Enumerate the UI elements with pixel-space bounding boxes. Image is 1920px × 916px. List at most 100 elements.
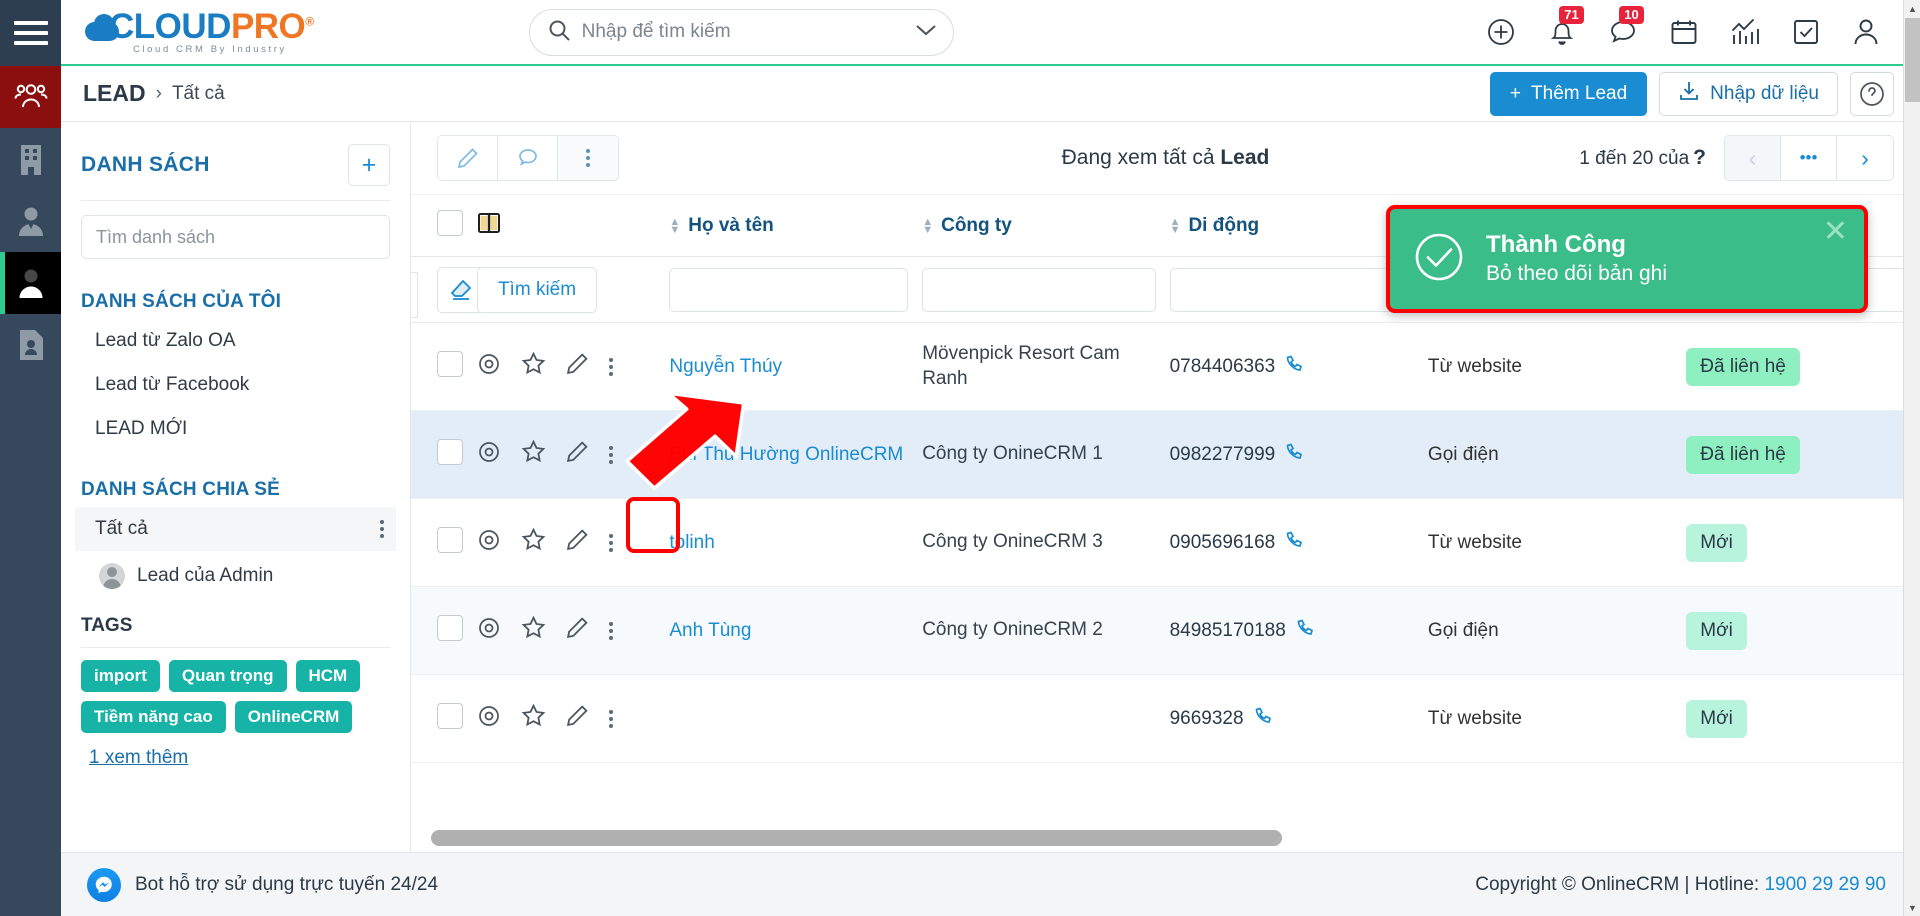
tag-quan-trong[interactable]: Quan trọng — [168, 660, 287, 692]
user-icon[interactable] — [1852, 17, 1880, 47]
analytics-icon[interactable] — [1730, 17, 1760, 47]
rail-item-contacts[interactable] — [0, 66, 61, 128]
help-button[interactable]: ? — [1850, 71, 1894, 116]
edit-pencil-icon[interactable] — [566, 440, 589, 469]
list-item-zalo[interactable]: Lead từ Zalo OA — [81, 319, 390, 363]
table-horizontal-scrollbar[interactable] — [431, 830, 1720, 846]
table-row[interactable]: Nguyễn Thúy Mövenpick Resort Cam Ranh 07… — [411, 322, 1920, 411]
star-follow-icon[interactable] — [521, 527, 546, 558]
list-item-facebook[interactable]: Lead từ Facebook — [81, 363, 390, 407]
table-row[interactable]: tolinh Công ty OnineCRM 3 0905696168 Từ … — [411, 498, 1920, 587]
rail-item-company[interactable] — [0, 128, 61, 190]
row-checkbox[interactable] — [437, 702, 463, 729]
tag-tiem-nang-cao[interactable]: Tiềm năng cao — [81, 701, 226, 733]
phone-call-icon[interactable] — [1285, 354, 1305, 380]
more-vertical-icon[interactable] — [608, 357, 613, 376]
phone-call-icon[interactable] — [1296, 618, 1316, 644]
star-follow-icon[interactable] — [521, 439, 546, 470]
view-eye-icon[interactable] — [477, 352, 501, 382]
support-chat-launcher[interactable]: Bot hỗ trợ sử dụng trực tuyến 24/24 — [87, 867, 438, 902]
edit-pencil-icon[interactable] — [566, 704, 589, 733]
task-check-icon[interactable] — [1792, 18, 1820, 46]
tag-hcm[interactable]: HCM — [295, 660, 361, 692]
hotline-link[interactable]: 1900 29 29 90 — [1764, 874, 1886, 895]
comment-icon[interactable] — [498, 136, 558, 180]
breadcrumb-module[interactable]: LEAD — [83, 80, 146, 107]
view-eye-icon[interactable] — [477, 616, 501, 646]
pagination-dots-button[interactable]: ••• — [1781, 136, 1837, 180]
sort-icon[interactable]: ▲ ▼ — [922, 216, 933, 235]
calendar-icon[interactable] — [1670, 17, 1698, 47]
lead-name-link[interactable]: Bùi Thu Hường OnlineCRM — [669, 444, 903, 465]
columns-layout-icon[interactable] — [477, 212, 501, 240]
search-input[interactable] — [581, 21, 913, 43]
row-checkbox[interactable] — [437, 526, 463, 553]
column-header-company[interactable]: ▲ ▼ Công ty — [922, 194, 1170, 257]
add-list-button[interactable]: + — [348, 144, 390, 186]
select-all-checkbox[interactable] — [437, 209, 463, 236]
tag-onlinecrm[interactable]: OnlineCRM — [234, 701, 353, 733]
scroll-up-arrow-icon[interactable]: ▲ — [1904, 0, 1920, 17]
list-item-lead-admin[interactable]: Lead của Admin — [81, 553, 390, 599]
pagination-prev-button[interactable]: ‹ — [1725, 136, 1781, 180]
row-checkbox[interactable] — [437, 350, 463, 377]
add-circle-icon[interactable] — [1486, 17, 1516, 47]
app-logo[interactable]: CLOUDPRO® Cloud CRM By Industry — [83, 9, 314, 55]
rail-item-lead[interactable] — [0, 252, 61, 314]
lead-name-link[interactable]: Nguyễn Thúy — [669, 356, 782, 377]
more-vertical-icon[interactable] — [608, 621, 613, 640]
breadcrumb-current[interactable]: Tất cả — [172, 83, 225, 105]
scroll-down-arrow-icon[interactable]: ▼ — [1904, 899, 1920, 916]
search-button[interactable]: Tìm kiếm — [476, 266, 598, 313]
tag-import[interactable]: import — [81, 660, 160, 692]
view-eye-icon[interactable] — [477, 704, 501, 734]
rail-item-business-person[interactable] — [0, 190, 61, 252]
scroll-thumb[interactable] — [1905, 18, 1920, 102]
pagination-next-button[interactable]: › — [1837, 136, 1893, 180]
more-vertical-icon[interactable] — [608, 445, 613, 464]
lead-name-link[interactable]: Anh Tùng — [669, 620, 751, 641]
list-item-more-icon[interactable] — [380, 520, 384, 538]
global-search[interactable] — [528, 8, 954, 56]
star-follow-icon[interactable] — [521, 703, 546, 734]
table-row[interactable]: Anh Tùng Công ty OnineCRM 2 84985170188 … — [411, 586, 1920, 675]
sort-icon[interactable]: ▲ ▼ — [669, 216, 680, 235]
filter-company-input[interactable] — [922, 267, 1156, 312]
sort-icon[interactable]: ▲ ▼ — [1170, 216, 1181, 235]
more-vertical-icon[interactable] — [558, 136, 618, 180]
edit-pencil-icon[interactable] — [566, 352, 589, 381]
view-more-tags-link[interactable]: 1 xem thêm — [89, 747, 188, 769]
phone-call-icon[interactable] — [1285, 530, 1305, 556]
close-icon[interactable]: ✕ — [1823, 217, 1848, 247]
rail-item-document[interactable] — [0, 314, 61, 376]
more-vertical-icon[interactable] — [608, 709, 613, 728]
edit-pencil-icon[interactable] — [566, 528, 589, 557]
star-follow-icon[interactable] — [521, 615, 546, 646]
row-checkbox[interactable] — [437, 614, 463, 641]
hamburger-menu-button[interactable] — [0, 0, 61, 66]
column-header-name[interactable]: ▲ ▼ Họ và tên — [669, 194, 923, 257]
filter-mobile-input[interactable] — [1169, 267, 1414, 312]
lead-name-link[interactable]: tolinh — [669, 532, 714, 553]
more-vertical-icon[interactable] — [608, 533, 613, 552]
bell-icon[interactable]: 71 — [1548, 6, 1584, 47]
edit-pencil-icon[interactable] — [438, 136, 498, 180]
search-dropdown-chevron-icon[interactable] — [913, 22, 939, 43]
chat-icon[interactable]: 10 — [1608, 6, 1644, 47]
window-scrollbar[interactable]: ▲ ▼ — [1903, 0, 1920, 916]
list-item-all[interactable]: Tất cả — [75, 507, 396, 551]
phone-call-icon[interactable] — [1285, 442, 1305, 468]
filter-name-input[interactable] — [669, 267, 909, 312]
row-checkbox[interactable] — [437, 438, 463, 465]
phone-call-icon[interactable] — [1254, 706, 1274, 732]
star-follow-icon[interactable] — [521, 351, 546, 382]
import-data-button[interactable]: Nhập dữ liệu — [1659, 71, 1838, 116]
table-row[interactable]: Bùi Thu Hường OnlineCRM Công ty OnineCRM… — [411, 410, 1920, 499]
collapse-sidebar-button[interactable]: ‹ — [411, 272, 418, 318]
view-eye-icon[interactable] — [477, 528, 501, 558]
edit-pencil-icon[interactable] — [566, 616, 589, 645]
list-search-input[interactable] — [81, 215, 390, 259]
view-eye-icon[interactable] — [477, 440, 501, 470]
list-item-lead-moi[interactable]: LEAD MỚI — [81, 407, 390, 451]
add-lead-button[interactable]: + Thêm Lead — [1489, 71, 1648, 116]
